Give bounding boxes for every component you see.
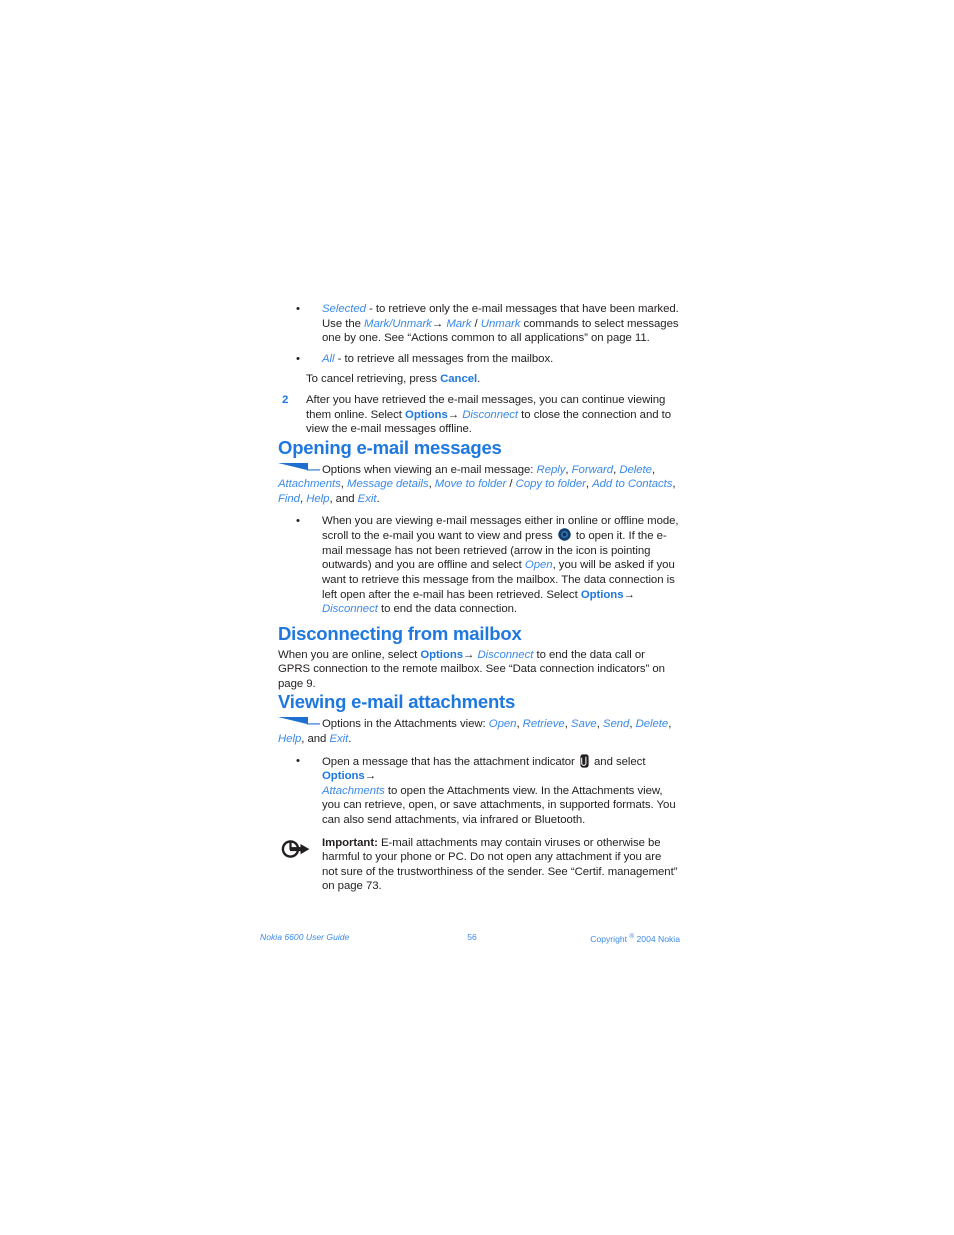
important-arrow-icon (280, 838, 310, 860)
menu-options: Options (420, 648, 464, 661)
heading-viewing-email-attachments: Viewing e-mail attachments (278, 691, 516, 713)
text-run: 2004 Nokia (634, 933, 681, 944)
text-run: When you are online, select (278, 648, 421, 661)
arrow-glyph-icon: → (431, 317, 447, 330)
footer-document-title: Nokia 6600 User Guide (260, 932, 350, 942)
menu-options: Options (322, 770, 365, 783)
text-run: and select (590, 755, 646, 768)
heading-disconnecting-from-mailbox: Disconnecting from mailbox (278, 622, 522, 644)
menu-options: Options (405, 408, 448, 421)
text-run: - to retrieve all messages from the mail… (334, 352, 554, 365)
heading-opening-email-messages: Opening e-mail messages (278, 436, 502, 458)
menu-delete: Delete (635, 718, 669, 731)
cancel-instruction: To cancel retrieving, press Cancel. (278, 372, 680, 387)
action-cancel: Cancel (440, 373, 478, 386)
joystick-scroll-key-icon (558, 528, 571, 541)
text-run: . (477, 373, 481, 386)
menu-disconnect: Disconnect (462, 408, 519, 421)
term-mark: Mark (446, 317, 472, 330)
bullet-dot-icon: • (296, 303, 300, 315)
arrow-glyph-icon: → (364, 770, 377, 783)
menu-disconnect: Disconnect (477, 648, 534, 661)
term-selected: Selected (322, 303, 366, 315)
text-run: Options when viewing an e-mail message: (322, 463, 537, 476)
menu-move-to-folder: Move to folder (434, 478, 507, 491)
list-item-text: When you are viewing e-mail messages eit… (322, 515, 679, 616)
menu-retrieve: Retrieve (522, 718, 565, 731)
menu-add-to-contacts: Add to Contacts (592, 478, 673, 491)
term-unmark: Unmark (480, 317, 521, 330)
menu-help: Help (278, 733, 302, 746)
menu-attachments: Attachments (278, 478, 341, 491)
options-note: Options when viewing an e-mail message: … (278, 462, 676, 505)
bullet-dot-icon: • (296, 352, 300, 365)
menu-exit: Exit (357, 492, 377, 505)
step-number: 2 (282, 393, 289, 406)
arrow-glyph-icon: → (463, 648, 475, 661)
paperclip-attachment-icon (580, 754, 589, 768)
page-content: • Selected - to retrieve only the e-mail… (278, 302, 680, 894)
menu-copy-to-folder: Copy to folder (515, 478, 586, 491)
menu-open: Open (488, 718, 517, 731)
list-item-text: Selected - to retrieve only the e-mail m… (322, 303, 679, 344)
list-item: • Open a message that has the attachment… (278, 754, 680, 828)
bullet-dot-icon: • (296, 754, 300, 767)
footer-copyright: Copyright ® 2004 Nokia (590, 929, 680, 947)
menu-exit: Exit (329, 733, 349, 746)
text-run: to end the data connection. (377, 603, 518, 616)
page-footer: Nokia 6600 User Guide 56 Copyright ® 200… (260, 929, 680, 945)
menu-attachments: Attachments (322, 784, 385, 797)
text-run: Open a message that has the attachment i… (322, 755, 578, 768)
menu-options: Options (580, 588, 624, 601)
step-text: After you have retrieved the e-mail mess… (306, 394, 671, 435)
menu-disconnect: Disconnect (322, 603, 378, 616)
menu-save: Save (570, 718, 597, 731)
menu-open: Open (524, 559, 553, 572)
arrow-glyph-icon: → (447, 408, 460, 421)
text-run: and (307, 733, 330, 746)
important-label: Important: (322, 836, 378, 849)
note-wedge-icon (278, 716, 320, 726)
menu-forward: Forward (571, 463, 614, 476)
footer-page-number: 56 (467, 932, 477, 942)
attachments-options-note: Options in the Attachments view: Open, R… (278, 716, 672, 746)
menu-reply: Reply (536, 463, 566, 476)
list-item-text: All - to retrieve all messages from the … (322, 353, 553, 365)
important-note: Important: E-mail attachments may contai… (278, 836, 680, 894)
menu-delete: Delete (619, 463, 652, 476)
disconnecting-paragraph: When you are online, select Options→ Dis… (278, 648, 680, 692)
arrow-glyph-icon: → (623, 588, 635, 601)
menu-help: Help (306, 492, 330, 505)
menu-message-details: Message details (347, 478, 429, 491)
list-item-text: Open a message that has the attachment i… (322, 754, 676, 826)
term-all: All (322, 352, 335, 365)
text-run: Options in the Attachments view: (322, 718, 489, 731)
menu-send: Send (602, 718, 630, 731)
list-item: • When you are viewing e-mail messages e… (278, 514, 680, 617)
term-mark-unmark: Mark/Unmark (364, 317, 432, 330)
numbered-step: 2 After you have retrieved the e-mail me… (278, 393, 680, 437)
list-item: • Selected - to retrieve only the e-mail… (278, 302, 680, 346)
menu-find: Find (278, 492, 300, 505)
note-wedge-icon (278, 462, 320, 472)
list-item: • All - to retrieve all messages from th… (278, 352, 680, 367)
text-run: / (471, 317, 481, 330)
important-text: Important: E-mail attachments may contai… (322, 836, 678, 893)
document-page: • Selected - to retrieve only the e-mail… (0, 0, 954, 1235)
bullet-dot-icon: • (296, 514, 300, 527)
text-run: To cancel retrieving, press (306, 373, 441, 386)
text-run: Copyright (590, 933, 630, 944)
